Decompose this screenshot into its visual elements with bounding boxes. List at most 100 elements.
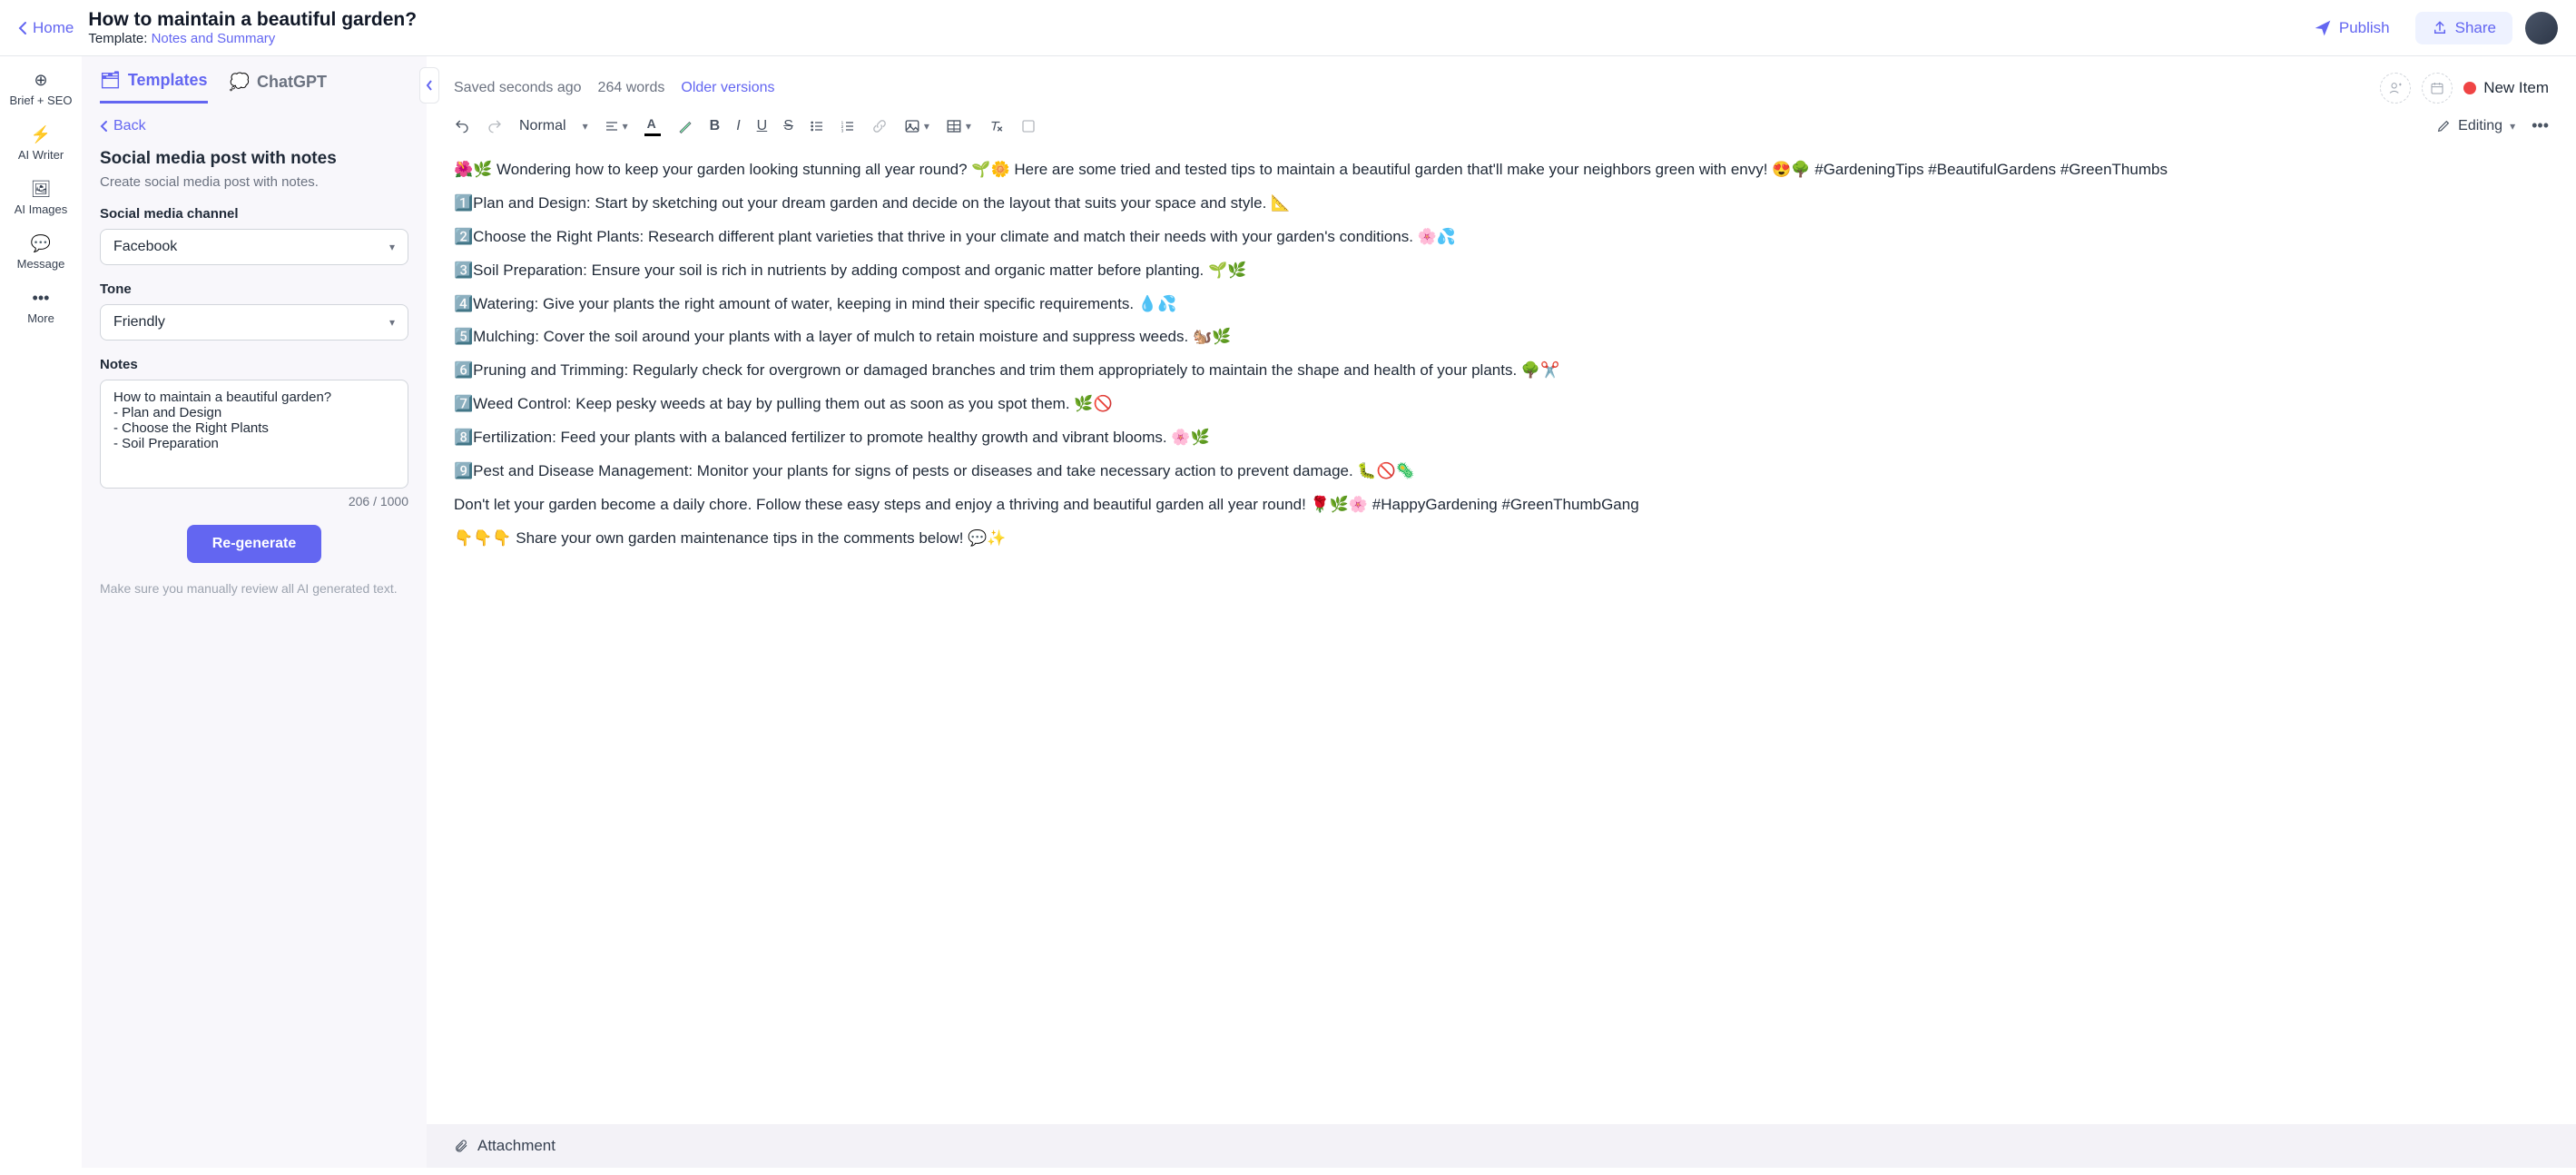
tab-templates-label: Templates (128, 71, 208, 90)
share-label: Share (2455, 19, 2496, 37)
redo-button[interactable] (487, 118, 503, 134)
paragraph[interactable]: 2️⃣Choose the Right Plants: Research dif… (454, 224, 2549, 251)
header-left: Home How to maintain a beautiful garden?… (18, 9, 417, 46)
chevron-down-icon: ▾ (389, 241, 395, 253)
align-left-icon (605, 119, 619, 133)
header: Home How to maintain a beautiful garden?… (0, 0, 2576, 56)
notes-label: Notes (100, 357, 408, 372)
nav-more[interactable]: ••• More (27, 289, 54, 325)
paragraph[interactable]: 9️⃣Pest and Disease Management: Monitor … (454, 459, 2549, 485)
publish-label: Publish (2339, 19, 2390, 37)
align-button[interactable]: ▾ (605, 119, 628, 133)
bullet-list-button[interactable] (810, 119, 824, 133)
send-icon (2314, 19, 2332, 37)
templates-icon: 🗂 (100, 71, 121, 90)
highlight-button[interactable] (677, 118, 693, 134)
status-new-item[interactable]: New Item (2463, 79, 2549, 97)
link-button[interactable] (871, 118, 888, 134)
paragraph[interactable]: 7️⃣Weed Control: Keep pesky weeds at bay… (454, 391, 2549, 418)
numbered-list-button[interactable]: 123 (841, 119, 855, 133)
underline-button[interactable]: U (757, 118, 768, 134)
add-date-button[interactable] (2422, 73, 2453, 104)
paragraph[interactable]: 👇👇👇 Share your own garden maintenance ti… (454, 526, 2549, 552)
calendar-icon (2430, 81, 2444, 95)
back-link[interactable]: Back (100, 118, 408, 134)
chevron-left-icon (426, 79, 433, 92)
image-icon: 🖼 (31, 180, 52, 199)
paragraph[interactable]: 5️⃣Mulching: Cover the soil around your … (454, 324, 2549, 351)
chevron-left-icon (18, 21, 27, 35)
home-link[interactable]: Home (18, 19, 74, 37)
saved-status: Saved seconds ago (454, 80, 582, 96)
channel-value: Facebook (113, 239, 177, 255)
body: ⊕ Brief + SEO ⚡ AI Writer 🖼 AI Images 💬 … (0, 56, 2576, 1168)
person-plus-icon (2388, 81, 2403, 95)
nav-message-label: Message (17, 257, 65, 271)
chevron-down-icon: ▾ (583, 120, 588, 133)
bullet-list-icon (810, 119, 824, 133)
editor-area: Saved seconds ago 264 words Older versio… (427, 56, 2576, 1168)
svg-text:3: 3 (841, 128, 844, 133)
tab-chatgpt[interactable]: 💭 ChatGPT (230, 71, 327, 104)
font-color-button[interactable] (644, 118, 661, 134)
chevron-down-icon: ▾ (2510, 120, 2515, 133)
toolbar: Normal ▾ ▾ B I U S 123 ▾ ▾ Editing ▾ ••• (427, 104, 2576, 148)
page-title[interactable]: How to maintain a beautiful garden? (88, 9, 417, 31)
avatar[interactable] (2525, 12, 2558, 44)
nav-ai-images[interactable]: 🖼 AI Images (15, 180, 68, 216)
back-label: Back (113, 118, 146, 134)
image-icon (904, 118, 920, 134)
strikethrough-button[interactable]: S (783, 118, 793, 134)
paragraph[interactable]: 🌺🌿 Wondering how to keep your garden loo… (454, 157, 2549, 183)
text-style-value: Normal (519, 118, 566, 134)
paragraph[interactable]: 8️⃣Fertilization: Feed your plants with … (454, 425, 2549, 451)
paragraph[interactable]: Don't let your garden become a daily cho… (454, 492, 2549, 518)
paragraph[interactable]: 6️⃣Pruning and Trimming: Regularly check… (454, 358, 2549, 384)
image-button[interactable]: ▾ (904, 118, 929, 134)
nav-ai-writer[interactable]: ⚡ AI Writer (18, 125, 64, 162)
chat-icon: 💬 (31, 234, 51, 253)
older-versions-link[interactable]: Older versions (681, 80, 774, 96)
tab-templates[interactable]: 🗂 Templates (100, 71, 208, 104)
undo-button[interactable] (454, 118, 470, 134)
nav-brief-seo[interactable]: ⊕ Brief + SEO (10, 71, 73, 107)
editor-content[interactable]: 🌺🌿 Wondering how to keep your garden loo… (427, 148, 2576, 1124)
editing-mode-select[interactable]: Editing ▾ (2436, 118, 2515, 134)
collapse-panel-button[interactable] (419, 67, 439, 104)
attachment-bar[interactable]: Attachment (427, 1124, 2576, 1168)
nav-message[interactable]: 💬 Message (17, 234, 65, 271)
notes-textarea[interactable]: How to maintain a beautiful garden? - Pl… (100, 380, 408, 489)
meta-left: Saved seconds ago 264 words Older versio… (454, 80, 775, 96)
nav-brief-label: Brief + SEO (10, 94, 73, 107)
toolbar-more-button[interactable]: ••• (2532, 116, 2549, 135)
clear-format-icon (988, 118, 1004, 134)
share-button[interactable]: Share (2415, 12, 2512, 44)
paragraph[interactable]: 1️⃣Plan and Design: Start by sketching o… (454, 191, 2549, 217)
header-right: Publish Share (2301, 12, 2558, 44)
left-panel: 🗂 Templates 💭 ChatGPT Back Social media … (82, 56, 427, 1168)
channel-label: Social media channel (100, 206, 408, 222)
template-link[interactable]: Notes and Summary (152, 31, 276, 46)
upload-icon (2432, 20, 2448, 36)
publish-button[interactable]: Publish (2301, 12, 2403, 44)
bold-button[interactable]: B (710, 118, 721, 134)
editor-meta: Saved seconds ago 264 words Older versio… (427, 56, 2576, 104)
clear-format-button[interactable] (988, 118, 1004, 134)
chevron-down-icon: ▾ (623, 120, 628, 133)
attachment-label: Attachment (477, 1137, 556, 1155)
chat-icon: 💭 (230, 73, 250, 92)
paragraph[interactable]: 3️⃣Soil Preparation: Ensure your soil is… (454, 258, 2549, 284)
note-button[interactable] (1020, 118, 1037, 134)
chevron-down-icon: ▾ (389, 316, 395, 329)
tone-select[interactable]: Friendly ▾ (100, 304, 408, 341)
paragraph[interactable]: 4️⃣Watering: Give your plants the right … (454, 291, 2549, 318)
word-count: 264 words (598, 80, 665, 96)
link-icon (871, 118, 888, 134)
text-style-select[interactable]: Normal ▾ (519, 118, 588, 134)
chevron-left-icon (100, 120, 108, 133)
regenerate-button[interactable]: Re-generate (187, 525, 321, 563)
italic-button[interactable]: I (736, 118, 740, 134)
add-assignee-button[interactable] (2380, 73, 2411, 104)
table-button[interactable]: ▾ (946, 118, 971, 134)
channel-select[interactable]: Facebook ▾ (100, 229, 408, 265)
